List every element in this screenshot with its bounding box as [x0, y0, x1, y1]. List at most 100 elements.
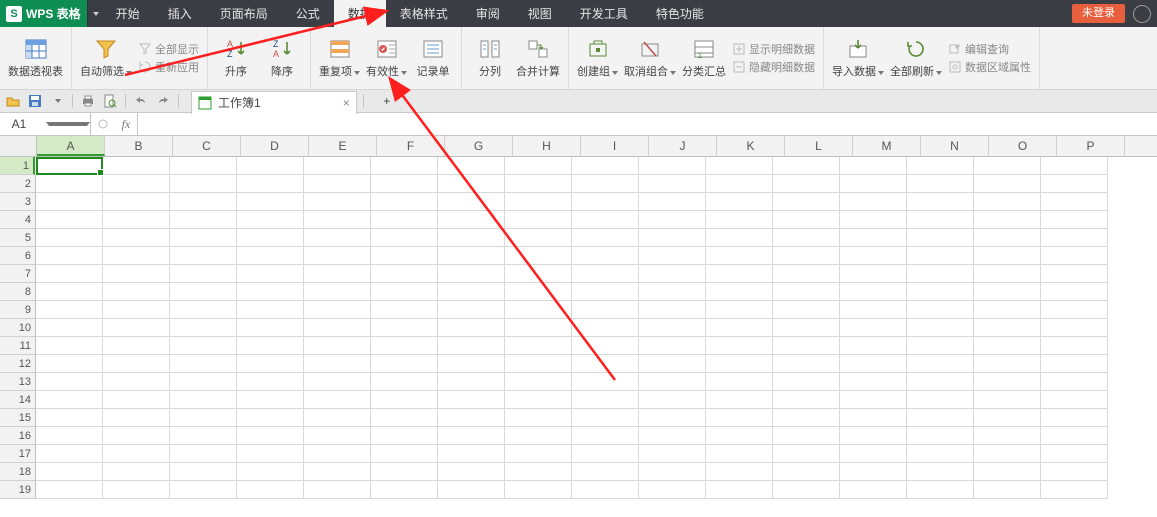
row-header[interactable]: 15 [0, 409, 36, 427]
cell[interactable] [237, 283, 304, 301]
row-header[interactable]: 8 [0, 283, 36, 301]
cell[interactable] [304, 193, 371, 211]
cell[interactable] [840, 193, 907, 211]
cell[interactable] [572, 481, 639, 499]
cell[interactable] [505, 337, 572, 355]
cell[interactable] [371, 373, 438, 391]
cell[interactable] [170, 445, 237, 463]
cell[interactable] [1041, 301, 1108, 319]
column-header[interactable]: I [581, 136, 649, 156]
cell[interactable] [706, 247, 773, 265]
cell[interactable] [505, 193, 572, 211]
cell[interactable] [572, 229, 639, 247]
row-header[interactable]: 13 [0, 373, 36, 391]
cell[interactable] [170, 337, 237, 355]
cell[interactable] [706, 193, 773, 211]
cell[interactable] [103, 175, 170, 193]
qat-print-icon[interactable] [79, 92, 97, 110]
cell[interactable] [706, 283, 773, 301]
row-header[interactable]: 16 [0, 427, 36, 445]
cell[interactable] [773, 463, 840, 481]
cell[interactable] [505, 319, 572, 337]
cell[interactable] [103, 247, 170, 265]
cell[interactable] [1041, 319, 1108, 337]
row-header[interactable]: 10 [0, 319, 36, 337]
row-header[interactable]: 4 [0, 211, 36, 229]
cell[interactable] [1041, 283, 1108, 301]
pivot-table-button[interactable]: 数据透视表 [8, 31, 63, 85]
cell[interactable] [907, 157, 974, 175]
cell[interactable] [706, 265, 773, 283]
qat-open-icon[interactable] [4, 92, 22, 110]
cell[interactable] [840, 337, 907, 355]
cell[interactable] [1041, 211, 1108, 229]
qat-save-icon[interactable] [26, 92, 44, 110]
cell[interactable] [304, 463, 371, 481]
row-header[interactable]: 7 [0, 265, 36, 283]
cell[interactable] [773, 319, 840, 337]
cell[interactable] [170, 481, 237, 499]
cell[interactable] [438, 373, 505, 391]
cell[interactable] [371, 355, 438, 373]
cell[interactable] [304, 355, 371, 373]
cell[interactable] [371, 229, 438, 247]
cell[interactable] [237, 319, 304, 337]
cell[interactable] [371, 247, 438, 265]
cell[interactable] [639, 301, 706, 319]
cell[interactable] [706, 445, 773, 463]
cell[interactable] [170, 355, 237, 373]
cell[interactable] [103, 391, 170, 409]
row-header[interactable]: 5 [0, 229, 36, 247]
cell[interactable] [773, 265, 840, 283]
cell[interactable] [974, 283, 1041, 301]
cell[interactable] [974, 319, 1041, 337]
cell[interactable] [1041, 265, 1108, 283]
column-header[interactable]: F [377, 136, 445, 156]
cell[interactable] [103, 319, 170, 337]
cell[interactable] [907, 337, 974, 355]
cell[interactable] [907, 373, 974, 391]
cell[interactable] [505, 157, 572, 175]
cell[interactable] [572, 445, 639, 463]
cell[interactable] [170, 373, 237, 391]
cell[interactable] [974, 445, 1041, 463]
menu-tab-6[interactable]: 审阅 [462, 0, 514, 27]
cell[interactable] [103, 373, 170, 391]
cell[interactable] [505, 391, 572, 409]
cell[interactable] [371, 193, 438, 211]
cell[interactable] [237, 175, 304, 193]
cell[interactable] [974, 463, 1041, 481]
cell[interactable] [505, 283, 572, 301]
cell[interactable] [505, 175, 572, 193]
cell[interactable] [773, 355, 840, 373]
cell[interactable] [36, 463, 103, 481]
cell[interactable] [438, 265, 505, 283]
cell[interactable] [974, 193, 1041, 211]
cell[interactable] [572, 463, 639, 481]
spreadsheet-grid[interactable]: ABCDEFGHIJKLMNOP 12345678910111213141516… [0, 136, 1157, 499]
cell[interactable] [237, 157, 304, 175]
cell[interactable] [840, 301, 907, 319]
cell[interactable] [639, 229, 706, 247]
cell[interactable] [103, 211, 170, 229]
cell[interactable] [974, 301, 1041, 319]
formula-input[interactable] [138, 113, 1157, 133]
cell[interactable] [907, 445, 974, 463]
cell[interactable] [907, 193, 974, 211]
row-header[interactable]: 19 [0, 481, 36, 499]
sort-desc-button[interactable]: ZA 降序 [262, 31, 302, 85]
cell[interactable] [438, 247, 505, 265]
cell[interactable] [170, 211, 237, 229]
cell[interactable] [1041, 247, 1108, 265]
cell[interactable] [304, 481, 371, 499]
cell[interactable] [572, 157, 639, 175]
cell[interactable] [639, 409, 706, 427]
cell[interactable] [304, 409, 371, 427]
document-tab[interactable]: 工作簿1 × [191, 91, 357, 114]
cell[interactable] [170, 391, 237, 409]
cell[interactable] [371, 301, 438, 319]
cell[interactable] [438, 445, 505, 463]
cell[interactable] [371, 175, 438, 193]
cell[interactable] [438, 355, 505, 373]
cell[interactable] [304, 283, 371, 301]
